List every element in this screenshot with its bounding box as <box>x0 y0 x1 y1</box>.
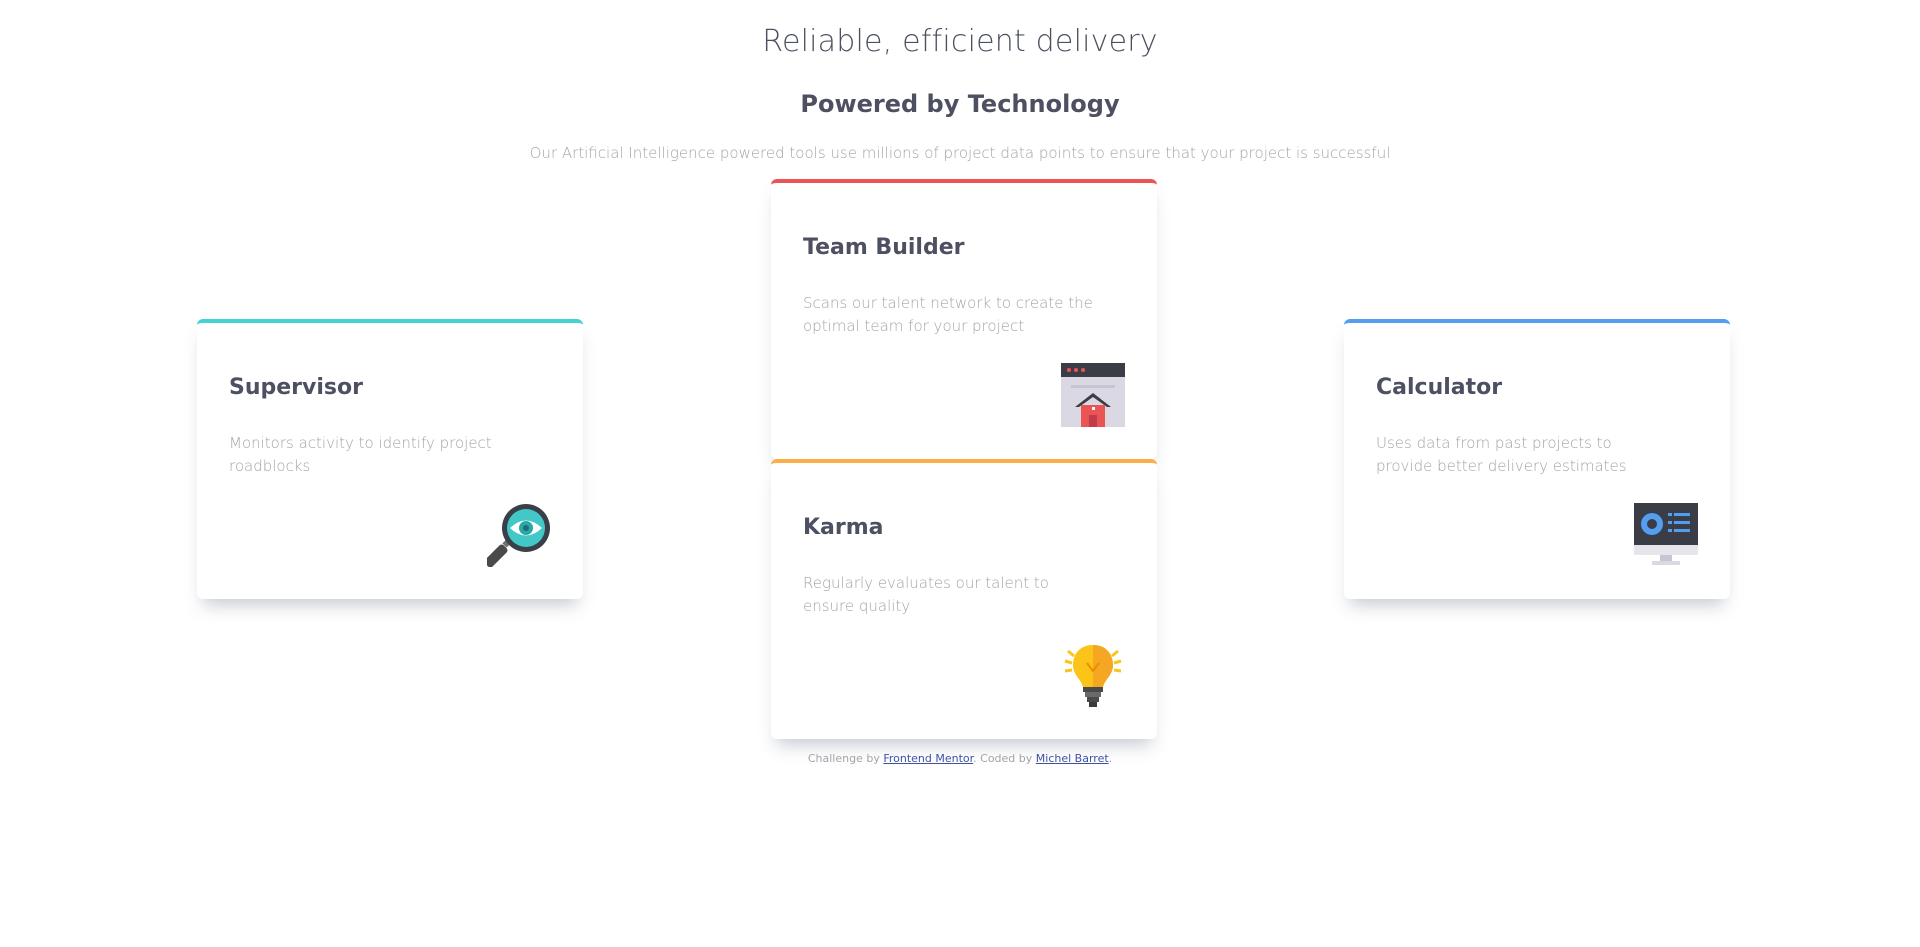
team-builder-card: Team Builder Scans our talent network to… <box>771 179 1157 459</box>
monitor-chart-icon <box>1634 503 1698 565</box>
author-link[interactable]: Michel Barret <box>1036 752 1109 765</box>
team-builder-title: Team Builder <box>803 235 965 260</box>
karma-card: Karma Regularly evaluates our talent to … <box>771 459 1157 739</box>
footer-attribution: Challenge by Frontend Mentor. Coded by M… <box>0 752 1920 765</box>
calculator-card: Calculator Uses data from past projects … <box>1344 319 1730 599</box>
page: Reliable, efficient delivery Powered by … <box>0 0 1920 947</box>
supervisor-text: Monitors activity to identify project ro… <box>229 434 492 475</box>
page-title: Reliable, efficient delivery <box>762 24 1158 59</box>
karma-text: Regularly evaluates our talent to ensure… <box>803 574 1049 615</box>
karma-title: Karma <box>803 515 884 540</box>
calculator-text: Uses data from past projects to provide … <box>1376 434 1627 475</box>
lightbulb-icon <box>1064 645 1122 707</box>
page-description: Our Artificial Intelligence powered tool… <box>529 144 1391 162</box>
calculator-title: Calculator <box>1376 375 1503 400</box>
magnifier-eye-icon <box>487 504 550 567</box>
footer-prefix: Challenge by <box>807 752 884 765</box>
supervisor-title: Supervisor <box>229 375 363 400</box>
footer-middle: . Coded by <box>973 752 1036 765</box>
frontend-mentor-link[interactable]: Frontend Mentor <box>883 752 973 765</box>
supervisor-card: Supervisor Monitors activity to identify… <box>197 319 583 599</box>
page-subtitle-heading: Powered by Technology <box>800 90 1120 118</box>
browser-house-icon <box>1061 363 1125 427</box>
team-builder-text: Scans our talent network to create the o… <box>803 294 1093 335</box>
footer-suffix: . <box>1108 752 1113 765</box>
